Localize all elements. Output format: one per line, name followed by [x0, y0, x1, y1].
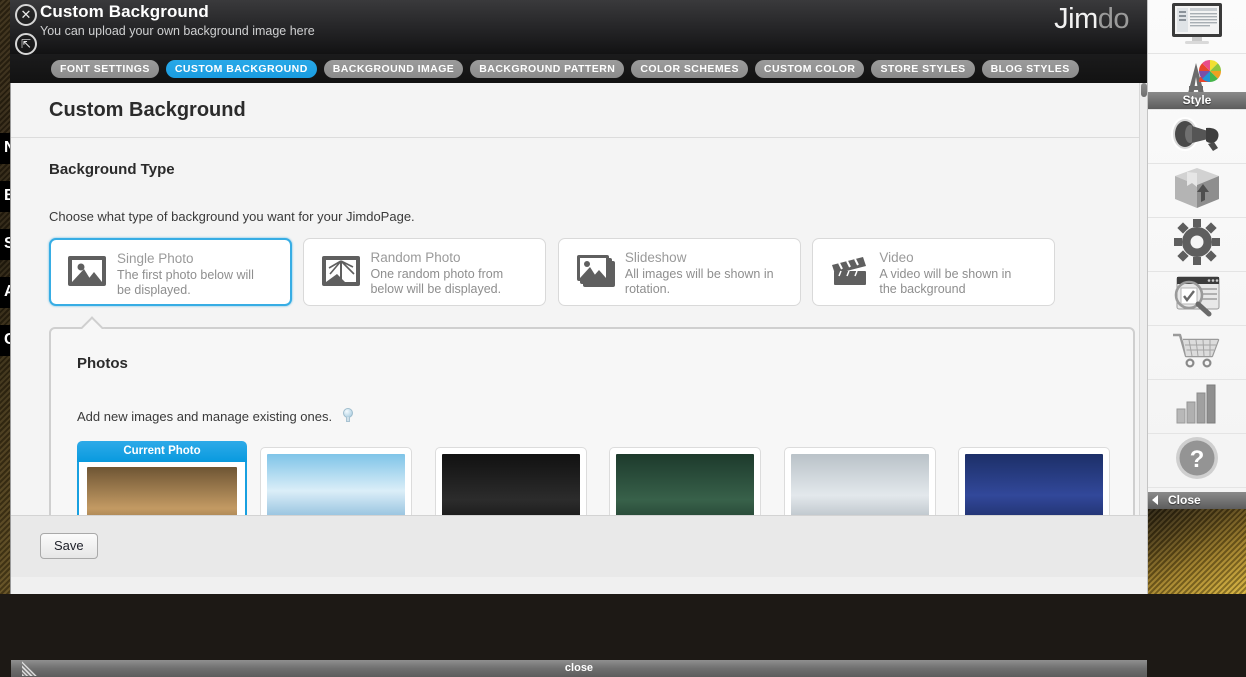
option-single-photo[interactable]: Single Photo The first photo below will …: [49, 238, 292, 306]
content-scroll-area: Custom Background Background Type Choose…: [11, 83, 1147, 515]
help-question-icon: ?: [1174, 435, 1220, 486]
option-slideshow[interactable]: Slideshow All images will be shown in ro…: [558, 238, 801, 306]
tab-background-pattern[interactable]: BACKGROUND PATTERN: [470, 60, 624, 78]
thumbnail-photo[interactable]: [949, 441, 1119, 515]
thumbnail-image: [87, 467, 237, 515]
thumbnail-image: [616, 454, 754, 515]
content-header: Custom Background: [11, 83, 1147, 138]
video-clapper-icon: [830, 254, 870, 288]
tab-custom-color[interactable]: CUSTOM COLOR: [755, 60, 865, 78]
content-vertical-scrollbar[interactable]: [1139, 83, 1147, 515]
style-tab-strip: FONT SETTINGS CUSTOM BACKGROUND BACKGROUND…: [10, 54, 1147, 83]
thumbnail-photo[interactable]: [775, 441, 945, 515]
tab-color-schemes[interactable]: COLOR SCHEMES: [631, 60, 748, 78]
option-description: A video will be shown in the background: [879, 266, 1029, 297]
background-type-options: Single Photo The first photo below will …: [49, 238, 1147, 306]
toolbar-item-help[interactable]: ?: [1148, 434, 1246, 488]
dialog-close-bar[interactable]: close: [11, 660, 1147, 677]
megaphone-icon: [1168, 113, 1226, 160]
gear-icon: [1174, 219, 1220, 270]
save-button[interactable]: Save: [40, 533, 98, 559]
thumbnail-frame: [609, 447, 761, 515]
tab-store-styles[interactable]: STORE STYLES: [871, 60, 974, 78]
page-title: Custom Background: [11, 83, 1147, 122]
thumbnail-frame: [77, 462, 247, 515]
content-inner: Background Type Choose what type of back…: [11, 138, 1147, 515]
toolbar-item-seo[interactable]: [1148, 272, 1246, 326]
dialog-body: Custom Background Background Type Choose…: [10, 83, 1147, 594]
seo-magnifier-icon: [1171, 274, 1223, 323]
thumbnail-image: [791, 454, 929, 515]
option-title: Slideshow: [625, 250, 800, 266]
toolbar-item-website[interactable]: [1148, 0, 1246, 54]
thumbnail-image: [442, 454, 580, 515]
dialog-titlebar: Custom Background You can upload your ow…: [10, 0, 1147, 54]
thumbnail-frame: [958, 447, 1110, 515]
arrow-right-icon: [1152, 495, 1158, 505]
toolbar-item-style-label: Style: [1148, 92, 1246, 109]
option-description: One random photo from below will be disp…: [370, 266, 520, 297]
package-box-icon: [1171, 166, 1223, 215]
toolbar-close-label: Close: [1168, 493, 1201, 507]
section-description: Choose what type of background you want …: [49, 178, 1147, 224]
close-circle-icon[interactable]: ✕: [15, 4, 37, 26]
lightbulb-icon[interactable]: [342, 408, 354, 424]
dialog-title: Custom Background: [40, 2, 209, 22]
thumbnail-frame: [260, 447, 412, 515]
option-video[interactable]: Video A video will be shown in the backg…: [812, 238, 1055, 306]
random-photo-icon: [321, 254, 361, 288]
thumbnail-frame: [435, 447, 587, 515]
toolbar-item-statistics[interactable]: [1148, 380, 1246, 434]
toolbar-item-store[interactable]: [1148, 326, 1246, 380]
thumbnail-current-photo[interactable]: Current Photo: [77, 441, 247, 515]
toolbar-item-style[interactable]: Style: [1148, 54, 1246, 110]
shopping-cart-icon: [1171, 329, 1223, 376]
photos-panel: Photos Add new images and manage existin…: [49, 327, 1135, 515]
expand-circle-icon[interactable]: ⇱: [15, 33, 37, 55]
svg-text:?: ?: [1190, 446, 1205, 473]
thumbnail-photo[interactable]: [251, 441, 421, 515]
save-bar: Save: [11, 515, 1147, 577]
option-title: Video: [879, 250, 1054, 266]
toolbar-item-settings[interactable]: [1148, 218, 1246, 272]
tab-background-image[interactable]: BACKGROUND IMAGE: [324, 60, 464, 78]
toolbar-background-texture: [1148, 509, 1246, 594]
option-title: Single Photo: [117, 251, 290, 267]
toolbar-item-package[interactable]: [1148, 164, 1246, 218]
toolbar-item-megaphone[interactable]: [1148, 110, 1246, 164]
photos-description: Add new images and manage existing ones.: [51, 372, 1133, 424]
tab-font-settings[interactable]: FONT SETTINGS: [51, 60, 159, 78]
editor-window: Custom Background You can upload your ow…: [10, 0, 1147, 594]
photo-thumbnail-row: Current Photo: [51, 424, 1133, 515]
option-description: The first photo below will be displayed.: [117, 267, 267, 298]
thumbnail-photo[interactable]: [426, 441, 596, 515]
jimdo-logo: Jimdo: [1054, 3, 1129, 36]
tab-custom-background[interactable]: CUSTOM BACKGROUND: [166, 60, 317, 78]
right-toolbar: Style: [1147, 0, 1246, 594]
logo-part-second: do: [1098, 3, 1129, 35]
thumbnail-photo[interactable]: [600, 441, 770, 515]
photos-title: Photos: [51, 329, 1133, 372]
option-description: All images will be shown in rotation.: [625, 266, 775, 297]
single-photo-icon: [67, 254, 107, 288]
section-title: Background Type: [49, 138, 1147, 178]
thumbnail-image: [267, 454, 405, 515]
thumbnail-frame: [784, 447, 936, 515]
dialog-subtitle: You can upload your own background image…: [40, 24, 315, 38]
statistics-bars-icon: [1175, 383, 1219, 430]
option-random-photo[interactable]: Random Photo One random photo from below…: [303, 238, 546, 306]
photos-description-text: Add new images and manage existing ones.: [77, 409, 332, 424]
panel-pointer: [81, 316, 105, 329]
logo-part-first: Jim: [1054, 3, 1098, 35]
website-monitor-icon: [1168, 2, 1226, 51]
option-title: Random Photo: [370, 250, 545, 266]
slideshow-icon: [576, 254, 616, 288]
toolbar-close-button[interactable]: Close: [1148, 492, 1246, 509]
thumbnail-image: [965, 454, 1103, 515]
current-photo-badge: Current Photo: [77, 441, 247, 462]
tab-blog-styles[interactable]: BLOG STYLES: [982, 60, 1079, 78]
